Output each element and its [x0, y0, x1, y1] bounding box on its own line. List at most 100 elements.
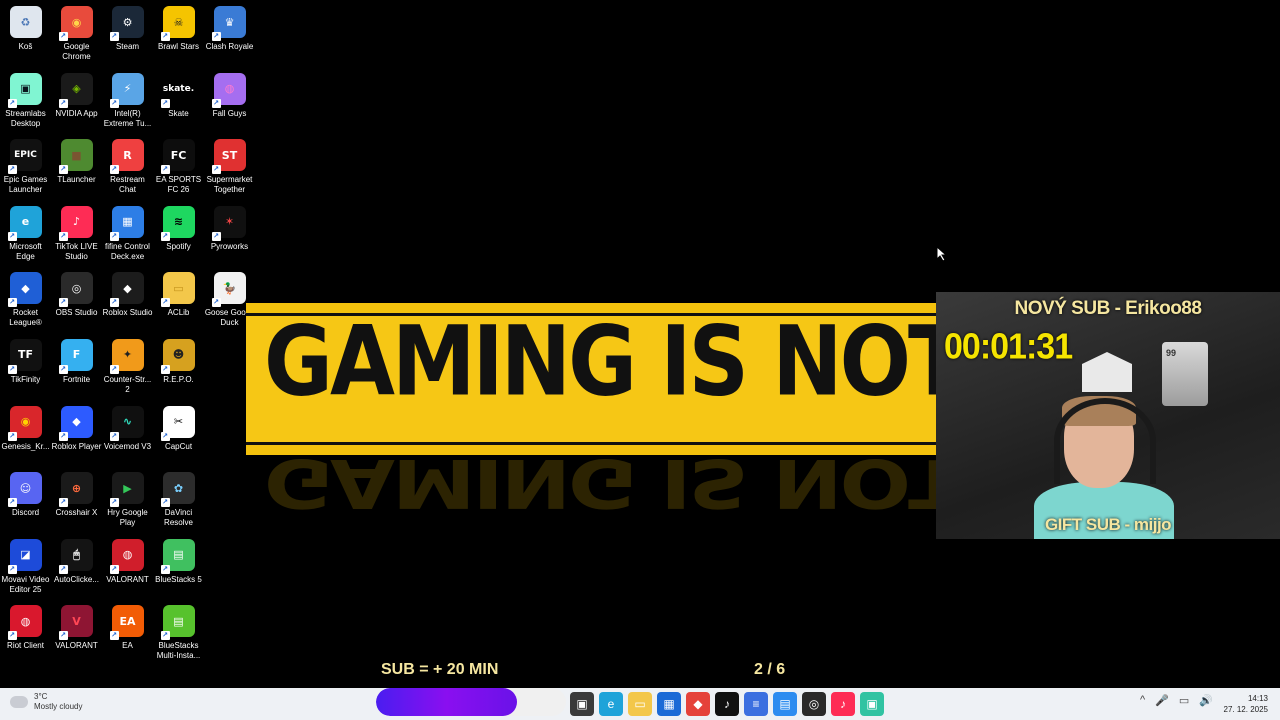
desktop-icon-bluestacks-5[interactable]: ▤ ↗ BlueStacks 5	[153, 535, 204, 602]
obs-studio-icon: ◎ ↗	[58, 272, 93, 308]
desktop-icon-streamlabs-desktop[interactable]: ▣ ↗ Streamlabs Desktop	[0, 69, 51, 136]
desktop-icon-tikfinity[interactable]: TF ↗ TikFinity	[0, 335, 51, 402]
brawl-stars-icon: ☠ ↗	[160, 6, 195, 41]
valorant-icon: ◍ ↗	[109, 538, 144, 574]
desktop-icon-label: Genesis_Kr...	[1, 441, 50, 451]
desktop-icon-skate[interactable]: skate. ↗ Skate	[153, 69, 204, 136]
desktop-icon-label: Spotify	[166, 241, 191, 251]
shortcut-arrow-icon: ↗	[109, 32, 119, 41]
desktop-icon-roblox-player[interactable]: ◆ ↗ Roblox Player	[51, 402, 102, 469]
taskbar-app-red-icon[interactable]: ◆	[686, 692, 710, 716]
desktop-icon-fall-guys[interactable]: ◍ ↗ Fall Guys	[204, 69, 255, 136]
desktop-icon-label: EA	[122, 641, 133, 651]
taskbar-edge-icon[interactable]: e	[599, 692, 623, 716]
desktop-icon-bluestacks-multi-insta[interactable]: ▤ ↗ BlueStacks Multi-Insta...	[153, 601, 204, 668]
desktop-icon-rocket-league[interactable]: ◆ ↗ Rocket League®	[0, 268, 51, 335]
desktop-icon-r-e-p-o[interactable]: ☻ ↗ R.E.P.O.	[153, 335, 204, 402]
webcam-overlay: 99 NOVÝ SUB - Erikoo88 00:01:31 GIFT SUB…	[936, 292, 1280, 539]
supermarket-together-icon: ST ↗	[211, 139, 246, 175]
show-hidden-icons-icon[interactable]: ^	[1140, 694, 1145, 707]
desktop-icon-genesis-kr[interactable]: ◉ ↗ Genesis_Kr...	[0, 402, 51, 469]
desktop-icon-valorant[interactable]: ◍ ↗ VALORANT	[102, 535, 153, 602]
desktop-icon-davinci-resolve[interactable]: ✿ ↗ DaVinci Resolve	[153, 468, 204, 535]
rocket-league-icon: ◆ ↗	[7, 272, 42, 308]
weather-widget[interactable]: 3°C Mostly cloudy	[10, 692, 82, 712]
desktop-icon-ea[interactable]: EA ↗ EA	[102, 601, 153, 668]
desktop-icon-ko[interactable]: ♻ Koš	[0, 2, 51, 69]
desktop-icon-spotify[interactable]: ≋ ↗ Spotify	[153, 202, 204, 269]
tikfinity-icon: TF ↗	[7, 338, 42, 374]
desktop-icon-movavi-video-editor-25[interactable]: ◪ ↗ Movavi Video Editor 25	[0, 535, 51, 602]
desktop-icon-intel-r-extreme-tu[interactable]: ⚡ ↗ Intel(R) Extreme Tu...	[102, 69, 153, 136]
desktop-icon-google-chrome[interactable]: ◉ ↗ Google Chrome	[51, 2, 102, 69]
taskbar-tiktok-live-icon[interactable]: ♪	[831, 692, 855, 716]
taskbar-streamlabs-icon[interactable]: ▣	[860, 692, 884, 716]
desktop-icon-voicemod-v3[interactable]: ∿ ↗ Voicemod V3	[102, 402, 153, 469]
taskbar-tiktok-icon[interactable]: ♪	[715, 692, 739, 716]
desktop-icon-label: Fortnite	[62, 374, 91, 384]
new-sub-alert: NOVÝ SUB - Erikoo88	[1014, 298, 1202, 319]
desktop-icon-capcut[interactable]: ✂ ↗ CapCut	[153, 402, 204, 469]
shortcut-arrow-icon: ↗	[109, 498, 119, 508]
shortcut-arrow-icon: ↗	[58, 631, 68, 641]
shortcut-arrow-icon: ↗	[7, 431, 17, 441]
desktop-icon-tlauncher[interactable]: ■ ↗ TLauncher	[51, 135, 102, 202]
taskbar-obs-icon[interactable]: ◎	[802, 692, 826, 716]
desktop-icon-ea-sports-fc-26[interactable]: FC ↗ EA SPORTS FC 26	[153, 135, 204, 202]
desktop-icon-label: Intel(R) Extreme Tu...	[103, 108, 152, 128]
desktop-icon-label: Hry Google Play	[107, 508, 148, 528]
taskbar-notes-icon[interactable]: ≡	[744, 692, 768, 716]
shortcut-arrow-icon: ↗	[109, 165, 119, 175]
shortcut-arrow-icon: ↗	[7, 231, 17, 241]
desktop-icon-epic-games-launcher[interactable]: EPIC ↗ Epic Games Launcher	[0, 135, 51, 202]
clock-date: 27. 12. 2025	[1223, 705, 1268, 714]
desktop-icon-label: NVIDIA App	[55, 108, 98, 118]
taskbar-app-blue-icon[interactable]: ▤	[773, 692, 797, 716]
hry-google-play-icon: ▶ ↗	[109, 472, 144, 508]
epic-games-launcher-icon: EPIC ↗	[7, 139, 42, 175]
desktop-icon-clash-royale[interactable]: ♛ ↗ Clash Royale	[204, 2, 255, 69]
desktop-icon-brawl-stars[interactable]: ☠ ↗ Brawl Stars	[153, 2, 204, 69]
desktop-icon-pyroworks[interactable]: ✶ ↗ Pyroworks	[204, 202, 255, 269]
ea-icon: EA ↗	[109, 605, 144, 641]
desktop-icon-aclib[interactable]: ▭ ↗ ACLib	[153, 268, 204, 335]
desktop-icon-label: DaVinci Resolve	[164, 508, 193, 528]
tiktok-live-studio-icon: ♪ ↗	[58, 205, 93, 241]
desktop-icon-tiktok-live-studio[interactable]: ♪ ↗ TikTok LIVE Studio	[51, 202, 102, 269]
taskbar-task-view-icon[interactable]: ▣	[570, 692, 594, 716]
desktop-icon-label: OBS Studio	[55, 308, 98, 318]
desktop-icon-fifine-control-deck-exe[interactable]: ▦ ↗ fifine Control Deck.exe	[102, 202, 153, 269]
davinci-resolve-icon: ✿ ↗	[160, 472, 195, 508]
desktop-icon-counter-str-2[interactable]: ✦ ↗ Counter-Str... 2	[102, 335, 153, 402]
sub-goal-progress-fill	[376, 688, 517, 716]
desktop-icon-label: R.E.P.O.	[163, 374, 194, 384]
desktop-icon-hry-google-play[interactable]: ▶ ↗ Hry Google Play	[102, 468, 153, 535]
desktop-icon-crosshair-x[interactable]: ⊕ ↗ Crosshair X	[51, 468, 102, 535]
desktop-icon-supermarket-together[interactable]: ST ↗ Supermarket Together	[204, 135, 255, 202]
display-icon[interactable]: ▭	[1179, 694, 1189, 707]
clock[interactable]: 14:13 27. 12. 2025	[1222, 693, 1268, 715]
desktop-icon-discord[interactable]: ☺ ↗ Discord	[0, 468, 51, 535]
desktop-icon-microsoft-edge[interactable]: e ↗ Microsoft Edge	[0, 202, 51, 269]
desktop-icon-label: Google Chrome	[62, 42, 91, 61]
desktop-icon-autoclicke[interactable]: 🖱 ↗ AutoClicke...	[51, 535, 102, 602]
shortcut-arrow-icon: ↗	[7, 165, 17, 175]
volume-icon[interactable]: 🔊	[1199, 694, 1213, 707]
desktop-icon-roblox-studio[interactable]: ◆ ↗ Roblox Studio	[102, 268, 153, 335]
desktop-icon-obs-studio[interactable]: ◎ ↗ OBS Studio	[51, 268, 102, 335]
desktop-icon-steam[interactable]: ⚙ ↗ Steam	[102, 2, 153, 69]
desktop-icon-valorant[interactable]: V ↗ VALORANT	[51, 601, 102, 668]
taskbar-store-icon[interactable]: ▦	[657, 692, 681, 716]
desktop-icon-nvidia-app[interactable]: ◈ ↗ NVIDIA App	[51, 69, 102, 136]
riot-client-icon: ◍ ↗	[7, 605, 42, 641]
desktop-icon-label: CapCut	[164, 441, 193, 451]
desktop-icon-restream-chat[interactable]: R ↗ Restream Chat	[102, 135, 153, 202]
shortcut-arrow-icon: ↗	[160, 631, 170, 641]
microphone-icon[interactable]: 🎤	[1155, 694, 1169, 707]
autoclicke-icon: 🖱 ↗	[58, 538, 93, 574]
taskbar-file-explorer-icon[interactable]: ▭	[628, 692, 652, 716]
shortcut-arrow-icon: ↗	[109, 564, 119, 574]
desktop-icon-riot-client[interactable]: ◍ ↗ Riot Client	[0, 601, 51, 668]
desktop-icon-fortnite[interactable]: F ↗ Fortnite	[51, 335, 102, 402]
shortcut-arrow-icon: ↗	[58, 364, 68, 374]
